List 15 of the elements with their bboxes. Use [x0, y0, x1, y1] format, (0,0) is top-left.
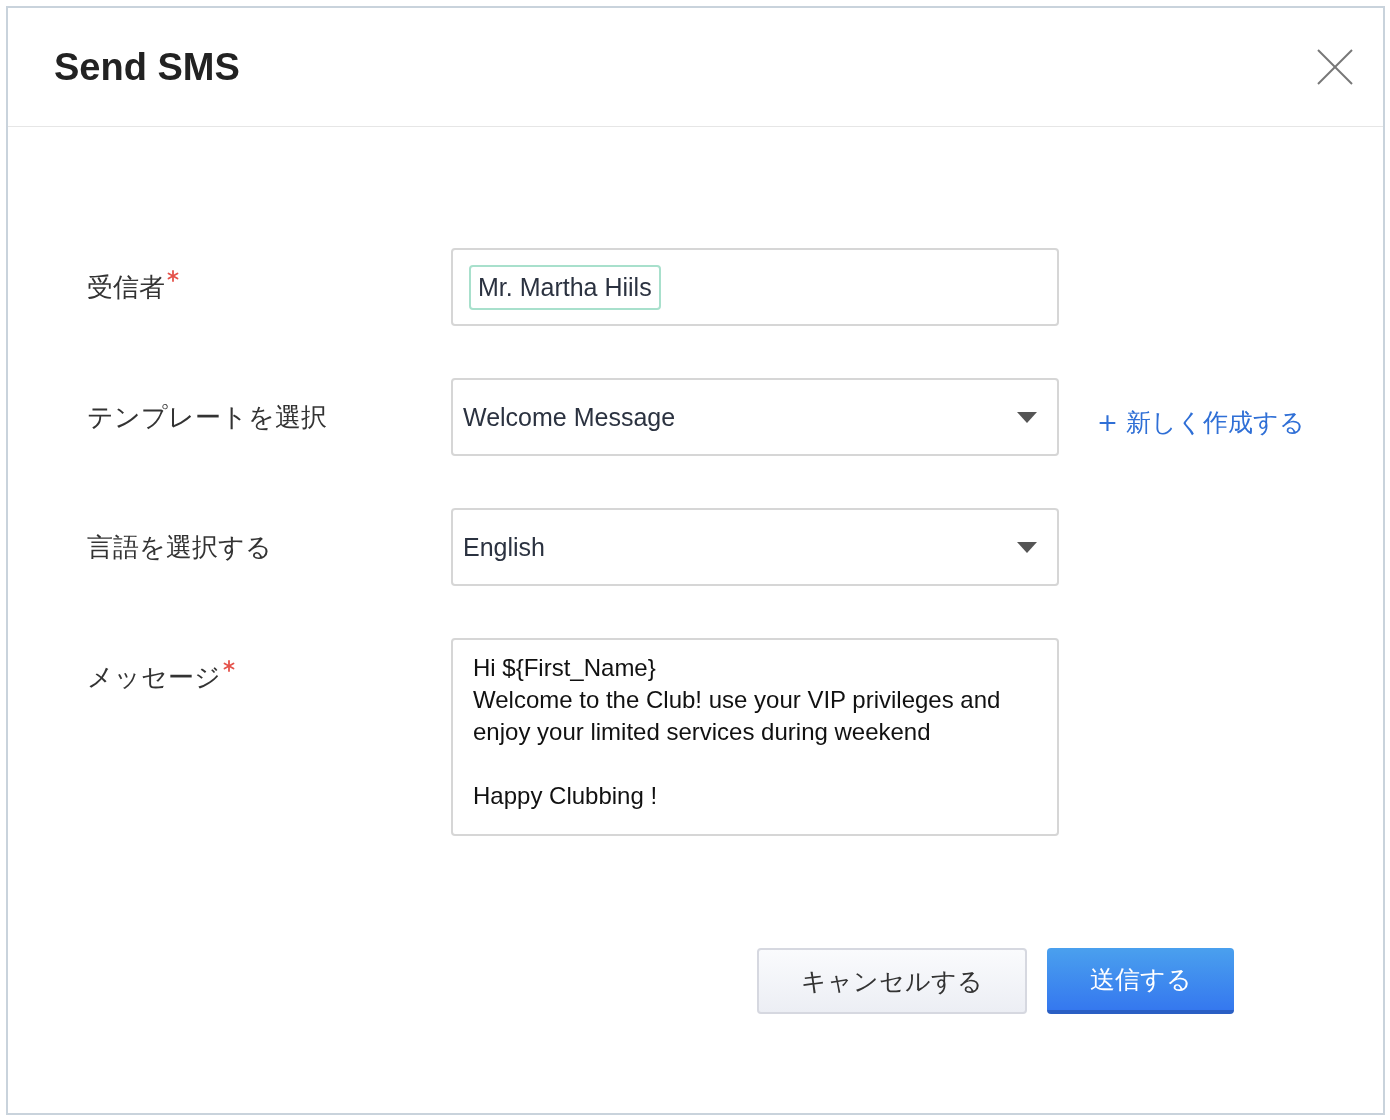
field-label: テンプレートを選択	[87, 400, 327, 434]
recipient-field[interactable]: Mr. Martha Hiils	[451, 248, 1059, 326]
dropdown-caret-icon	[1017, 411, 1037, 423]
dropdown-field[interactable]: English	[451, 508, 1059, 586]
dropdown-caret-icon	[1017, 541, 1037, 553]
dropdown-field[interactable]: Welcome Message	[451, 378, 1059, 456]
recipient-chip[interactable]: Mr. Martha Hiils	[469, 264, 661, 310]
close-icon[interactable]	[1317, 49, 1353, 85]
field-label: 言語を選択する	[87, 530, 272, 564]
field-label: メッセージ	[87, 660, 221, 694]
field-label: 受信者	[87, 270, 165, 304]
dialog-title: Send SMS	[54, 45, 240, 89]
create-new-link[interactable]: + 新しく作成する	[1097, 378, 1305, 456]
message-field[interactable]: Hi ${First_Name} Welcome to the Club! use your VIP privileges and enjoy your limited services during weekend Happy Clubbing !	[451, 638, 1059, 836]
cancel-button[interactable]: キャンセルする	[757, 948, 1027, 1014]
